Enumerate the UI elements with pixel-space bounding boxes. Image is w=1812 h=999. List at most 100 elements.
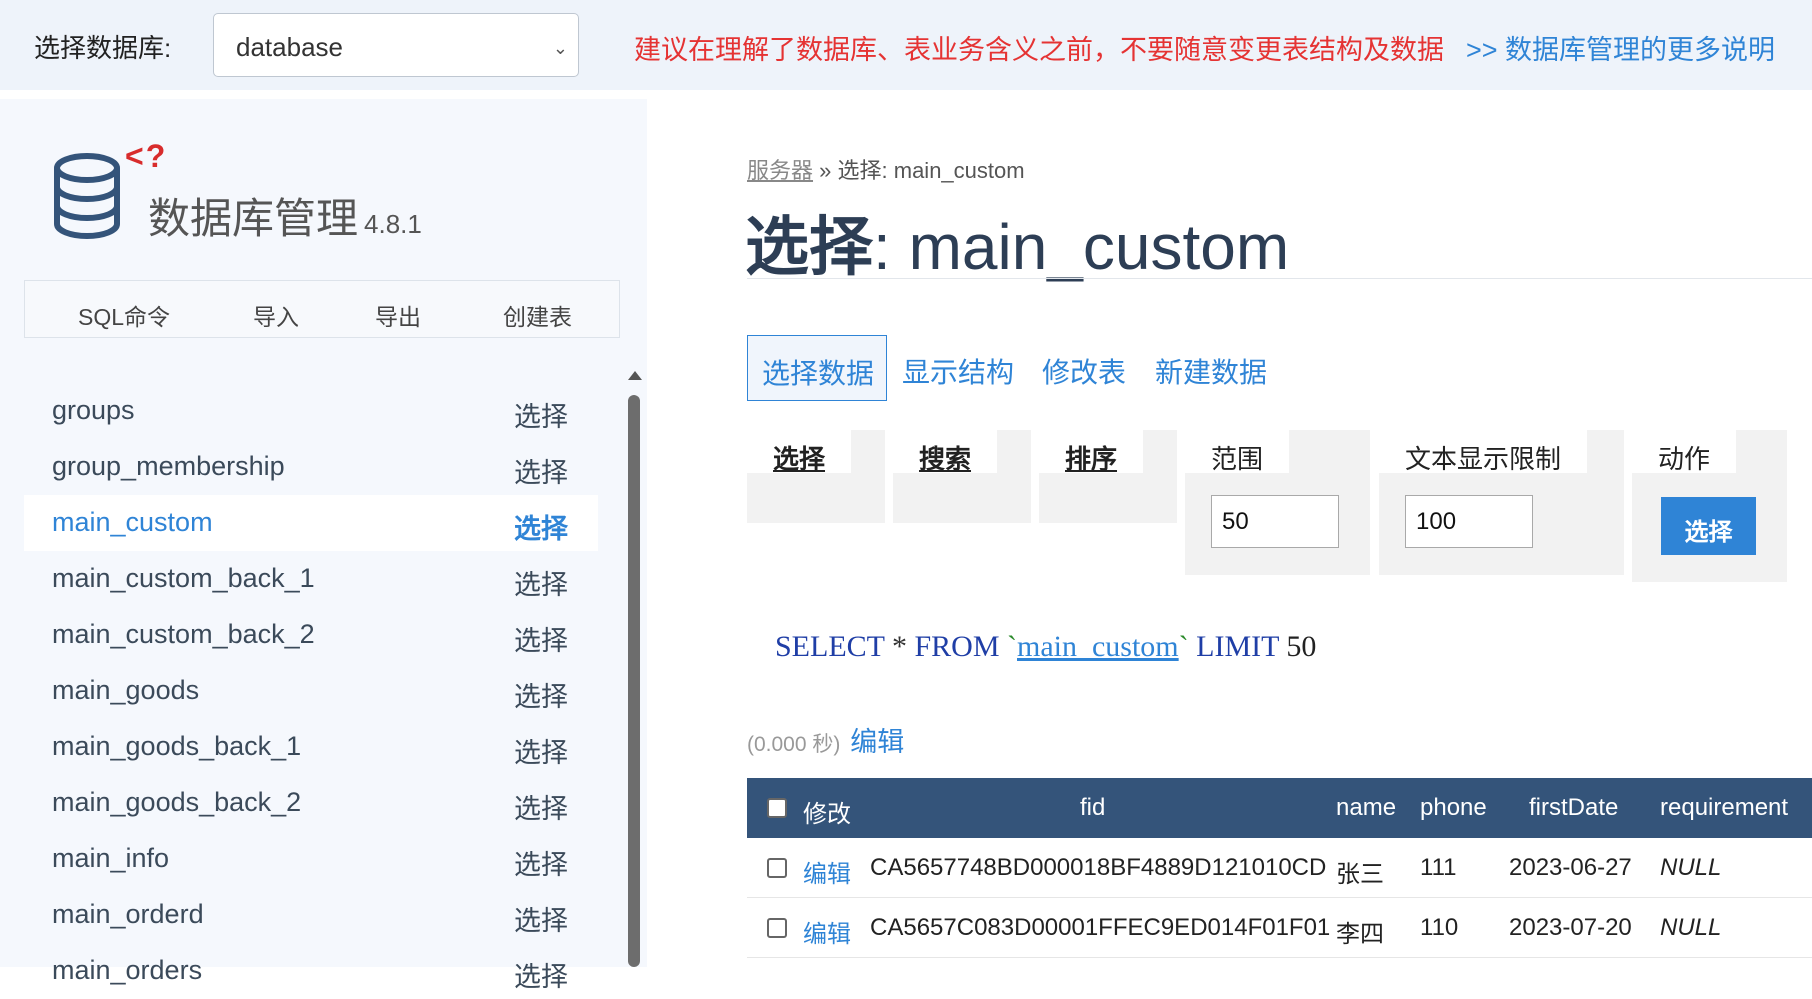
database-select[interactable]: database ⌄ [213, 13, 579, 77]
export-link[interactable]: 导出 [375, 298, 421, 332]
logo-mark: <? [125, 138, 168, 174]
table-list: groups 选择 group_membership 选择 main_custom 选择 m… [24, 383, 598, 999]
row-checkbox[interactable] [767, 858, 787, 878]
table-name-link[interactable]: groups [52, 395, 135, 426]
table-name-link[interactable]: main_custom_back_1 [52, 563, 315, 594]
tab-alter-table[interactable]: 修改表 [1042, 335, 1126, 401]
table-row: 编辑 CA5657C083D00001FFEC9ED014F01F01 李四 110 2… [747, 898, 1812, 958]
sql-limit-value: 50 [1286, 630, 1317, 663]
sql-command-link[interactable]: SQL命令 [78, 298, 170, 332]
table-select-link[interactable]: 选择 [514, 843, 568, 882]
page-title-prefix: 选择 [745, 211, 873, 283]
sidebar-table-item[interactable]: main_custom 选择 [24, 495, 598, 551]
search-toggle[interactable]: 搜索 [893, 429, 998, 474]
table-select-link[interactable]: 选择 [514, 451, 568, 490]
quick-links: SQL命令 导入 导出 创建表 [24, 280, 620, 338]
sql-star: * [891, 630, 907, 663]
limit-legend: 范围 [1185, 429, 1290, 474]
table-select-link[interactable]: 选择 [514, 619, 568, 658]
tab-new-item[interactable]: 新建数据 [1155, 335, 1267, 401]
table-name-link[interactable]: main_goods_back_2 [52, 787, 301, 818]
row-checkbox[interactable] [767, 918, 787, 938]
column-header-firstdate[interactable]: firstDate [1529, 794, 1618, 822]
action-fieldset: 动作 选择 [1632, 429, 1787, 582]
tab-select-data[interactable]: 选择数据 [747, 335, 887, 401]
sidebar-table-item[interactable]: groups 选择 [24, 383, 598, 439]
column-header-name[interactable]: name [1336, 794, 1396, 822]
sidebar-table-item[interactable]: group_membership 选择 [24, 439, 598, 495]
select-submit-button[interactable]: 选择 [1661, 497, 1756, 555]
warning-text: 建议在理解了数据库、表业务含义之前，不要随意变更表结构及数据 [634, 35, 1444, 65]
cell-firstdate: 2023-06-27 [1509, 854, 1632, 881]
select-all-checkbox[interactable] [767, 798, 787, 818]
table-name-link[interactable]: main_custom_back_2 [52, 619, 315, 650]
breadcrumb-server-link[interactable]: 服务器 [747, 158, 813, 183]
sidebar-table-item[interactable]: main_orderd 选择 [24, 887, 598, 943]
query-timing: (0.000 秒) 编辑 [747, 720, 904, 759]
table-name-link[interactable]: main_orderd [52, 899, 204, 930]
text-length-input[interactable] [1405, 495, 1533, 548]
sql-table-link[interactable]: main_custom [1017, 630, 1179, 663]
column-header-modify: 修改 [803, 801, 851, 828]
breadcrumb-current: 选择: main_custom [837, 158, 1025, 183]
table-name-link[interactable]: main_goods_back_1 [52, 731, 301, 762]
create-table-link[interactable]: 创建表 [503, 298, 572, 332]
table-name-link[interactable]: main_orders [52, 955, 202, 986]
tab-show-structure[interactable]: 显示结构 [902, 335, 1014, 401]
text-length-legend: 文本显示限制 [1379, 429, 1588, 474]
scroll-up-arrow-icon[interactable] [628, 371, 642, 380]
table-name-link[interactable]: main_info [52, 843, 169, 874]
cell-name: 张三 [1336, 861, 1384, 888]
sql-keyword-select: SELECT [775, 630, 885, 663]
table-name-link[interactable]: main_custom [52, 507, 213, 538]
action-legend: 动作 [1632, 429, 1737, 474]
text-length-fieldset: 文本显示限制 [1379, 429, 1624, 575]
cell-phone: 110 [1420, 914, 1459, 941]
edit-query-link[interactable]: 编辑 [850, 727, 904, 757]
sidebar-table-item[interactable]: main_custom_back_1 选择 [24, 551, 598, 607]
database-icon [54, 153, 120, 239]
sort-fieldset: 排序 [1039, 429, 1177, 523]
column-header-requirement[interactable]: requirement [1660, 794, 1788, 822]
sidebar-table-item[interactable]: main_orders 选择 [24, 943, 598, 999]
limit-fieldset: 范围 [1185, 429, 1370, 575]
cell-requirement: NULL [1660, 854, 1722, 881]
table-select-link[interactable]: 选择 [514, 899, 568, 938]
row-edit-link[interactable]: 编辑 [803, 854, 851, 889]
cell-firstdate: 2023-07-20 [1509, 914, 1632, 941]
sidebar-table-item[interactable]: main_goods_back_2 选择 [24, 775, 598, 831]
table-select-link[interactable]: 选择 [514, 507, 568, 546]
cell-phone: 111 [1420, 854, 1457, 881]
table-select-link[interactable]: 选择 [514, 787, 568, 826]
more-info-link[interactable]: >> 数据库管理的更多说明 [1466, 28, 1775, 67]
row-edit-link[interactable]: 编辑 [803, 914, 851, 949]
database-select-label: 选择数据库: [34, 33, 172, 63]
table-name-link[interactable]: group_membership [52, 451, 285, 482]
sidebar-table-item[interactable]: main_goods_back_1 选择 [24, 719, 598, 775]
sql-keyword-from: FROM [914, 630, 1000, 663]
table-select-link[interactable]: 选择 [514, 395, 568, 434]
scrollbar-thumb[interactable] [628, 395, 640, 967]
select-columns-toggle[interactable]: 选择 [747, 429, 852, 474]
cell-requirement: NULL [1660, 914, 1722, 941]
results-header: 修改 fid name phone firstDate requirement [747, 778, 1812, 838]
table-select-link[interactable]: 选择 [514, 731, 568, 770]
sort-toggle[interactable]: 排序 [1039, 429, 1144, 474]
table-name-link[interactable]: main_goods [52, 675, 199, 706]
sidebar-table-item[interactable]: main_custom_back_2 选择 [24, 607, 598, 663]
import-link[interactable]: 导入 [253, 298, 299, 332]
column-header-phone[interactable]: phone [1420, 794, 1487, 822]
sidebar-table-item[interactable]: main_goods 选择 [24, 663, 598, 719]
page-title-table: : main_custom [873, 211, 1290, 283]
title-divider [747, 278, 1812, 279]
database-select-value: database [236, 32, 343, 62]
app-title-text: 数据库管理 [148, 195, 359, 242]
table-select-link[interactable]: 选择 [514, 675, 568, 714]
table-select-link[interactable]: 选择 [514, 563, 568, 602]
column-header-fid[interactable]: fid [1080, 794, 1105, 822]
table-select-link[interactable]: 选择 [514, 955, 568, 994]
cell-fid: CA5657C083D00001FFEC9ED014F01F01 [870, 914, 1331, 941]
sidebar-table-item[interactable]: main_info 选择 [24, 831, 598, 887]
limit-input[interactable] [1211, 495, 1339, 548]
query-time: (0.000 秒) [747, 733, 841, 756]
